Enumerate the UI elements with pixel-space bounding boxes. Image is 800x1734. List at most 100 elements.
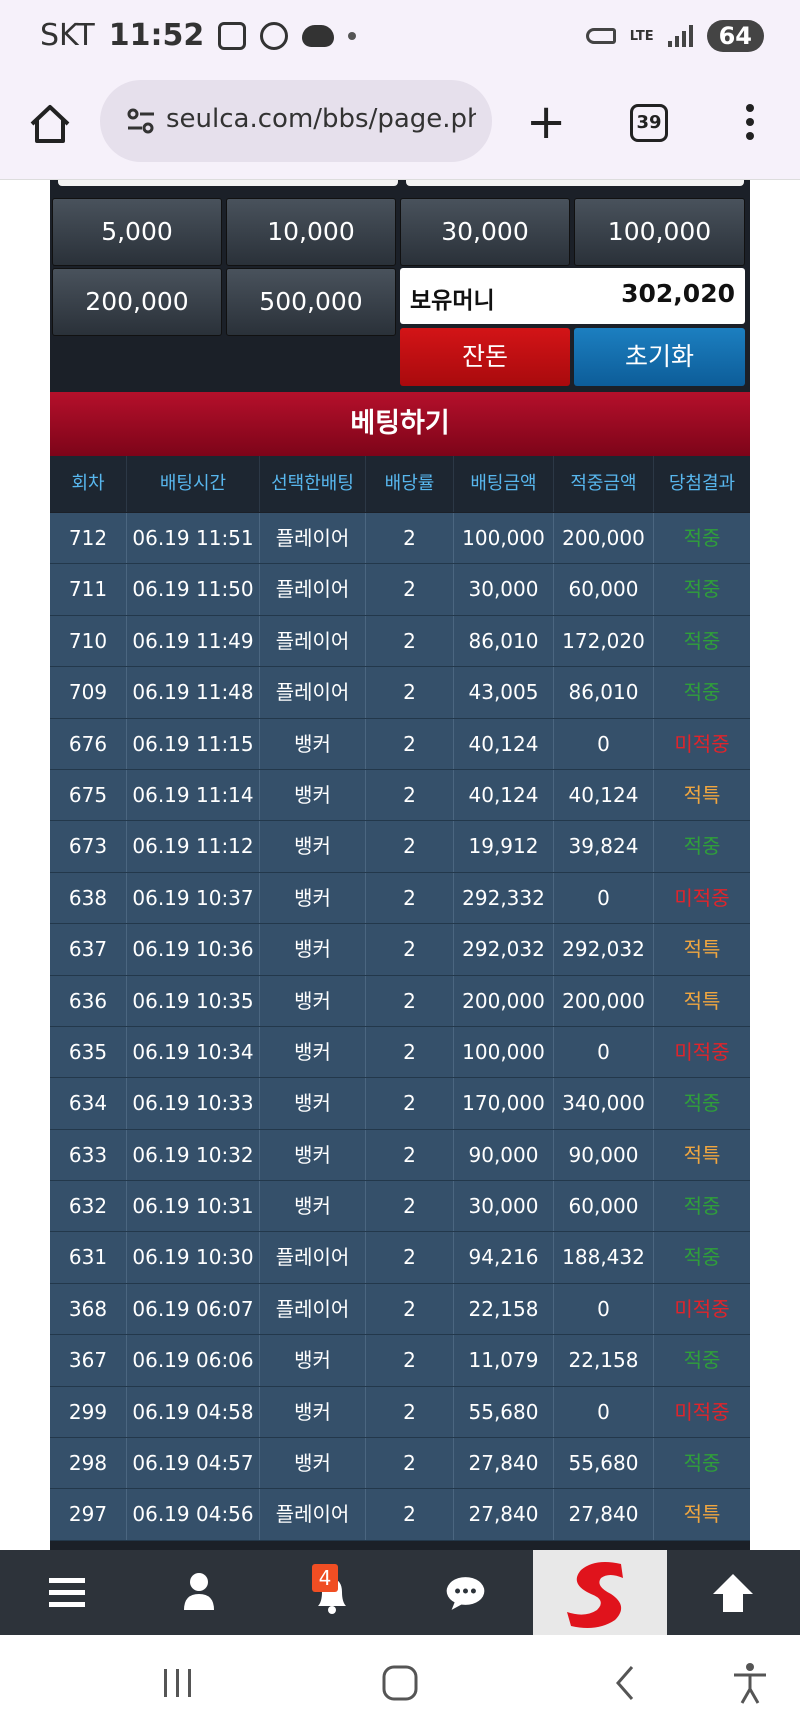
- win-amount-cell: 60,000: [554, 1181, 654, 1232]
- table-row: 637 06.19 10:36 뱅커 2 292,032 292,032 적특: [50, 924, 750, 976]
- table-row: 297 06.19 04:56 플레이어 2 27,840 27,840 적특: [50, 1489, 750, 1541]
- win-amount-cell: 0: [554, 872, 654, 924]
- input-field-remnant: [58, 180, 398, 186]
- amount-button-30000[interactable]: 30,000: [400, 198, 570, 266]
- table-row: 709 06.19 11:48 플레이어 2 43,005 86,010 적중: [50, 667, 750, 719]
- bet-amount-cell: 292,032: [454, 924, 554, 975]
- menu-icon[interactable]: [0, 1550, 133, 1635]
- browser-menu-icon[interactable]: [740, 104, 760, 144]
- bell-icon[interactable]: [266, 1550, 399, 1635]
- win-amount-cell: 0: [554, 1026, 654, 1078]
- round-cell: 709: [50, 667, 127, 718]
- tab-switcher-button[interactable]: 39: [630, 104, 668, 142]
- recent-apps-icon[interactable]: [160, 1663, 196, 1703]
- amount-button-10000[interactable]: 10,000: [226, 198, 396, 266]
- time-cell: 06.19 11:12: [127, 821, 260, 872]
- odds-cell: 2: [366, 513, 454, 564]
- amount-button-200000[interactable]: 200,000: [52, 268, 222, 336]
- win-amount-cell: 39,824: [554, 821, 654, 872]
- time-cell: 06.19 04:56: [127, 1489, 260, 1540]
- time-cell: 06.19 10:33: [127, 1078, 260, 1129]
- table-row: 711 06.19 11:50 플레이어 2 30,000 60,000 적중: [50, 564, 750, 616]
- back-icon[interactable]: [610, 1663, 640, 1703]
- win-amount-cell: 172,020: [554, 615, 654, 667]
- odds-cell: 2: [366, 1489, 454, 1540]
- bet-amount-cell: 19,912: [454, 821, 554, 872]
- home-nav-icon[interactable]: [380, 1663, 420, 1703]
- table-row: 675 06.19 11:14 뱅커 2 40,124 40,124 적특: [50, 769, 750, 822]
- odds-cell: 2: [366, 564, 454, 615]
- odds-cell: 2: [366, 1181, 454, 1232]
- result-cell: 적특: [683, 782, 721, 807]
- odds-cell: 2: [366, 1026, 454, 1078]
- round-cell: 631: [50, 1232, 127, 1283]
- bet-table-body: 712 06.19 11:51 플레이어 2 100,000 200,000 적중 711 06…: [50, 513, 750, 1541]
- site-logo[interactable]: [533, 1550, 667, 1635]
- odds-cell: 2: [366, 924, 454, 975]
- odds-cell: 2: [366, 615, 454, 667]
- win-amount-cell: 86,010: [554, 667, 654, 718]
- amount-button-5000[interactable]: 5,000: [52, 198, 222, 266]
- home-icon[interactable]: [28, 102, 72, 146]
- round-cell: 675: [50, 769, 127, 821]
- table-row: 298 06.19 04:57 뱅커 2 27,840 55,680 적중: [50, 1438, 750, 1490]
- bet-amount-cell: 11,079: [454, 1335, 554, 1386]
- pick-cell: 뱅커: [260, 769, 366, 821]
- odds-cell: 2: [366, 1232, 454, 1283]
- table-row: 636 06.19 10:35 뱅커 2 200,000 200,000 적특: [50, 975, 750, 1027]
- site-settings-icon[interactable]: [126, 106, 156, 136]
- round-cell: 635: [50, 1026, 127, 1078]
- bet-table-header: 회차 배팅시간 선택한배팅 배당률 배팅금액 적중금액 당첨결과: [50, 456, 750, 512]
- time-cell: 06.19 10:35: [127, 975, 260, 1026]
- win-amount-cell: 27,840: [554, 1489, 654, 1540]
- bet-amount-cell: 22,158: [454, 1283, 554, 1335]
- new-tab-icon[interactable]: +: [526, 98, 566, 146]
- round-cell: 637: [50, 924, 127, 975]
- network-type: LTE: [629, 28, 654, 44]
- url-text[interactable]: seulca.com/bbs/page.php: [166, 104, 476, 134]
- round-cell: 299: [50, 1386, 127, 1438]
- odds-cell: 2: [366, 667, 454, 718]
- user-icon[interactable]: [133, 1550, 266, 1635]
- notification-badge: 4: [312, 1564, 338, 1592]
- pick-cell: 뱅커: [260, 1438, 366, 1489]
- table-row: 368 06.19 06:07 플레이어 2 22,158 0 미적중: [50, 1283, 750, 1336]
- result-cell: 적중: [683, 1348, 721, 1373]
- battery-indicator: 64: [706, 20, 764, 52]
- android-nav-bar: [0, 1635, 800, 1734]
- pick-cell: 뱅커: [260, 821, 366, 872]
- win-amount-cell: 188,432: [554, 1232, 654, 1283]
- table-row: 638 06.19 10:37 뱅커 2 292,332 0 미적중: [50, 872, 750, 925]
- site-logo-mark: [567, 1562, 623, 1628]
- round-cell: 711: [50, 564, 127, 615]
- win-amount-cell: 0: [554, 1283, 654, 1335]
- result-cell: 적특: [683, 1142, 721, 1167]
- arrow-up-icon[interactable]: [667, 1550, 800, 1635]
- bet-amount-cell: 55,680: [454, 1386, 554, 1438]
- bet-amount-cell: 292,332: [454, 872, 554, 924]
- time-cell: 06.19 10:36: [127, 924, 260, 975]
- address-bar[interactable]: seulca.com/bbs/page.php: [100, 80, 492, 162]
- amount-button-100000[interactable]: 100,000: [574, 198, 745, 266]
- round-cell: 368: [50, 1283, 127, 1335]
- result-cell: 적중: [683, 1245, 721, 1270]
- bet-amount-cell: 43,005: [454, 667, 554, 718]
- round-cell: 712: [50, 513, 127, 564]
- chat-icon[interactable]: [399, 1550, 532, 1635]
- round-cell: 367: [50, 1335, 127, 1386]
- win-amount-cell: 55,680: [554, 1438, 654, 1489]
- column-header: 배팅금액: [454, 456, 554, 512]
- reset-button[interactable]: 초기화: [574, 328, 745, 386]
- time-cell: 06.19 06:06: [127, 1335, 260, 1386]
- amount-button-500000[interactable]: 500,000: [226, 268, 396, 336]
- result-cell: 미적중: [674, 885, 730, 910]
- round-cell: 634: [50, 1078, 127, 1129]
- accessibility-icon[interactable]: [730, 1661, 770, 1705]
- table-row: 367 06.19 06:06 뱅커 2 11,079 22,158 적중: [50, 1335, 750, 1387]
- status-right: LTE 64: [585, 20, 764, 52]
- pick-cell: 뱅커: [260, 924, 366, 975]
- status-left: SKT 11:52: [40, 18, 357, 53]
- round-cell: 298: [50, 1438, 127, 1489]
- change-button[interactable]: 잔돈: [400, 328, 570, 386]
- odds-cell: 2: [366, 1438, 454, 1489]
